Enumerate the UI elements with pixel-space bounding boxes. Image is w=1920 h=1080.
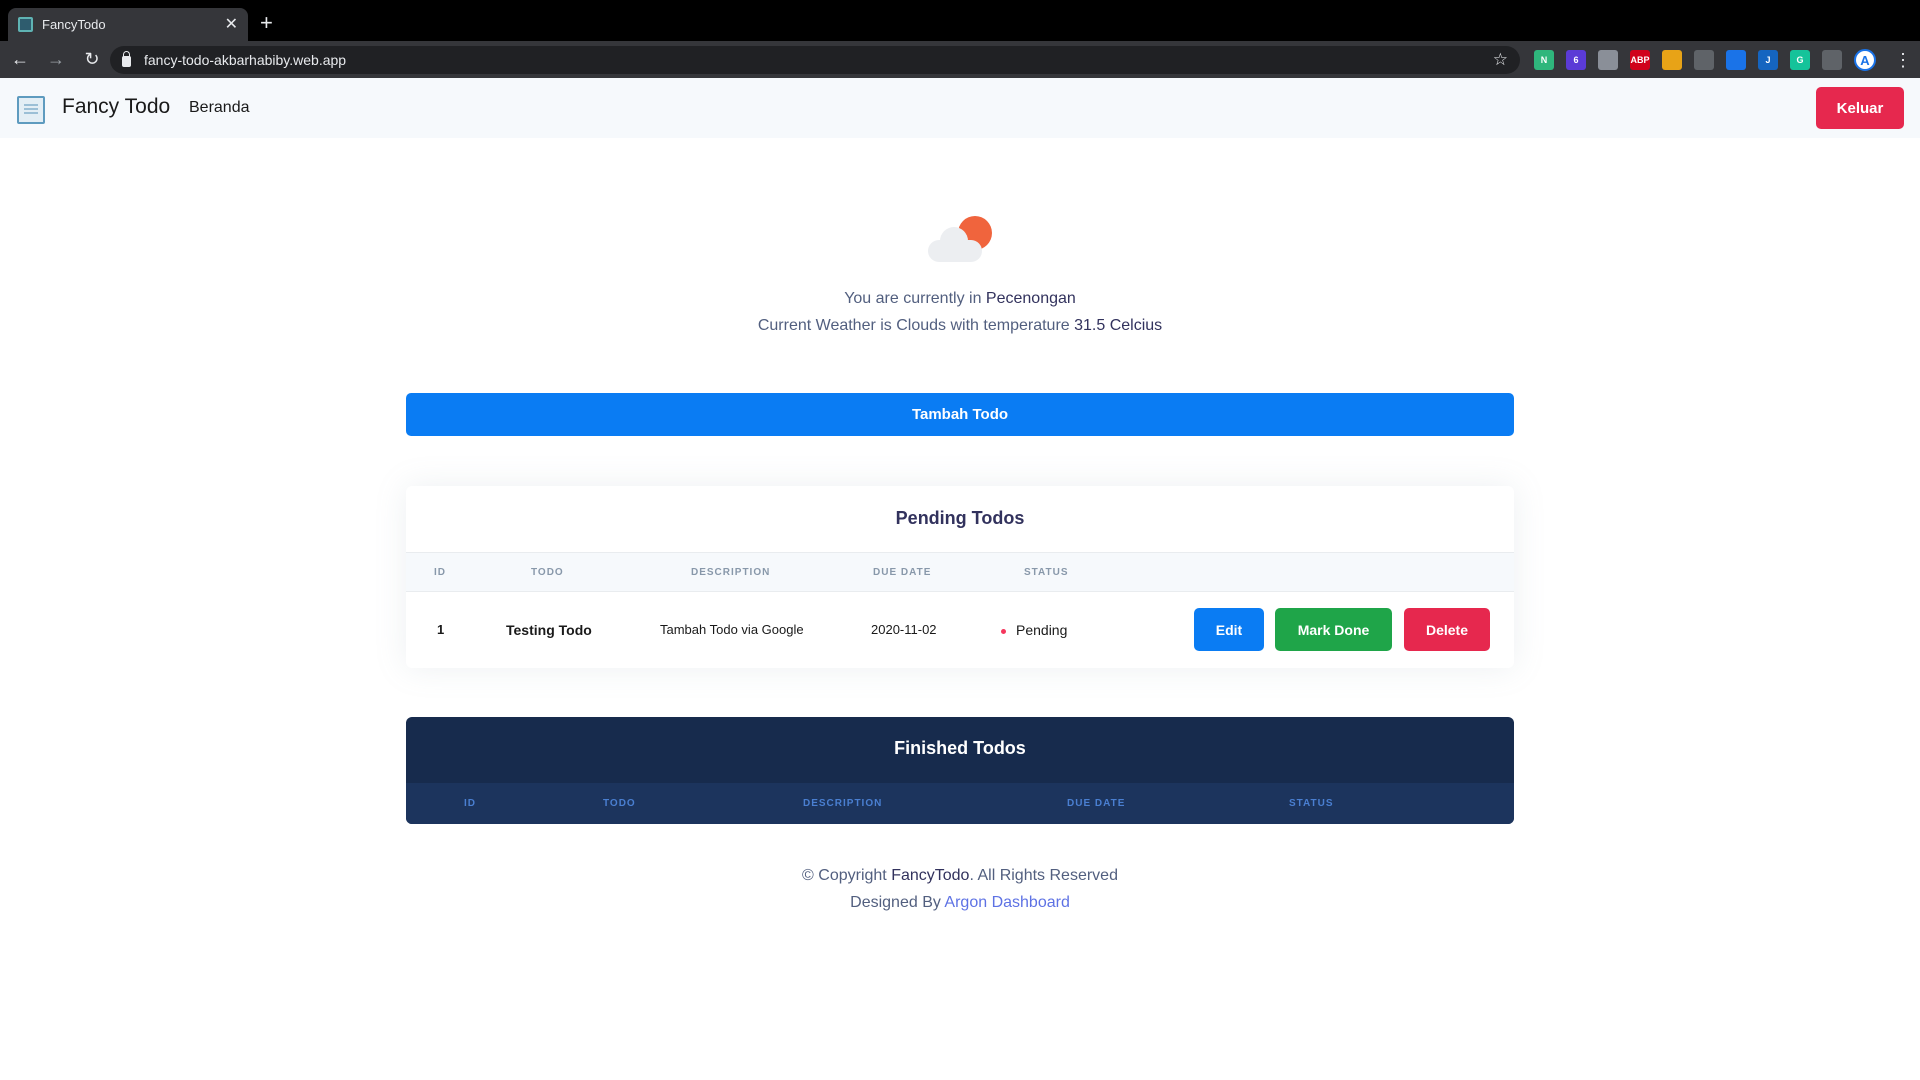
todo-due-date: 2020-11-02	[871, 622, 937, 637]
url-text: fancy-todo-akbarhabiby.web.app	[144, 52, 347, 68]
todo-description: Tambah Todo via Google	[660, 622, 804, 637]
column-header-id: ID	[434, 567, 446, 578]
todo-title: Testing Todo	[506, 622, 592, 638]
crop-extension-icon[interactable]	[1694, 50, 1714, 70]
browser-tab[interactable]: FancyTodo ✕	[8, 8, 248, 41]
bookmark-star-icon[interactable]: ☆	[1493, 50, 1508, 70]
delete-button[interactable]: Delete	[1404, 608, 1490, 651]
column-header-id: ID	[464, 798, 476, 809]
column-header-due-date: DUE DATE	[1067, 798, 1126, 809]
app-navbar: Fancy Todo Beranda Keluar	[0, 78, 1920, 138]
finished-table-header: ID TODO DESCRIPTION DUE DATE STATUS	[406, 783, 1514, 824]
profile-avatar[interactable]: A	[1854, 49, 1876, 71]
status-dot-icon	[1001, 628, 1006, 634]
column-header-todo: TODO	[531, 567, 564, 578]
column-header-status: STATUS	[1289, 798, 1334, 809]
mark-done-button[interactable]: Mark Done	[1275, 608, 1392, 651]
argon-dashboard-link[interactable]: Argon Dashboard	[944, 894, 1069, 911]
brand-title[interactable]: Fancy Todo	[62, 95, 170, 119]
temperature-value: 31.5 Celcius	[1074, 317, 1163, 334]
weather-text: Current Weather is Clouds with temperatu…	[757, 317, 1163, 334]
finished-todos-title: Finished Todos	[894, 738, 1026, 758]
column-header-description: DESCRIPTION	[803, 798, 883, 809]
extensions-bar: N 6 ABP J G A ⋮	[1534, 49, 1912, 71]
reload-icon[interactable]: ↻	[76, 49, 108, 70]
favicon-icon	[18, 17, 33, 32]
edit-button[interactable]: Edit	[1194, 608, 1264, 651]
back-arrow-icon[interactable]: ←	[4, 49, 36, 70]
new-tab-icon[interactable]: +	[260, 12, 273, 34]
puzzle-extension-icon[interactable]	[1822, 50, 1842, 70]
link-extension-icon[interactable]	[1726, 50, 1746, 70]
address-bar[interactable]: fancy-todo-akbarhabiby.web.app ☆	[110, 46, 1520, 74]
browser-toolbar: ← → ↻ fancy-todo-akbarhabiby.web.app ☆ N…	[0, 41, 1920, 78]
add-todo-button[interactable]: Tambah Todo	[406, 393, 1514, 436]
pending-todos-card: Pending Todos ID TODO DESCRIPTION DUE DA…	[406, 486, 1514, 668]
nav-link-beranda[interactable]: Beranda	[189, 99, 250, 117]
designed-by-text: Designed By Argon Dashboard	[850, 894, 1070, 911]
location-name: Pecenongan	[985, 290, 1076, 307]
pending-todos-title: Pending Todos	[895, 508, 1025, 528]
column-header-todo: TODO	[603, 798, 636, 809]
printer-extension-icon[interactable]	[1598, 50, 1618, 70]
badge-extension-icon[interactable]: 6	[1566, 50, 1586, 70]
lock-icon	[122, 50, 131, 67]
close-tab-icon[interactable]: ✕	[225, 16, 238, 33]
column-header-status: STATUS	[1024, 567, 1069, 578]
column-header-due-date: DUE DATE	[873, 567, 932, 578]
column-header-description: DESCRIPTION	[691, 567, 771, 578]
status-label: Pending	[1016, 622, 1068, 638]
n-extension-icon[interactable]: N	[1534, 50, 1554, 70]
copyright-text: © Copyright FancyTodo. All Rights Reserv…	[802, 867, 1118, 884]
forward-arrow-icon[interactable]: →	[40, 49, 72, 70]
table-row: 1 Testing Todo Tambah Todo via Google 20…	[406, 592, 1514, 668]
pending-table-header: ID TODO DESCRIPTION DUE DATE STATUS	[406, 552, 1514, 592]
logout-button[interactable]: Keluar	[1816, 87, 1904, 129]
app-logo-icon	[17, 96, 45, 124]
browser-tab-strip: FancyTodo ✕ +	[0, 0, 1920, 41]
j-extension-icon[interactable]: J	[1758, 50, 1778, 70]
grammarly-extension-icon[interactable]: G	[1790, 50, 1810, 70]
abp-extension-icon[interactable]: ABP	[1630, 50, 1650, 70]
tab-title: FancyTodo	[42, 17, 106, 32]
browser-menu-icon[interactable]: ⋮	[1894, 50, 1912, 71]
todo-id: 1	[437, 622, 445, 637]
cloud-sun-icon	[926, 216, 992, 262]
location-text: You are currently in Pecenongan	[844, 290, 1076, 307]
color-extension-icon[interactable]	[1662, 50, 1682, 70]
finished-todos-card: Finished Todos ID TODO DESCRIPTION DUE D…	[406, 717, 1514, 824]
todo-status: Pending	[1001, 622, 1067, 638]
